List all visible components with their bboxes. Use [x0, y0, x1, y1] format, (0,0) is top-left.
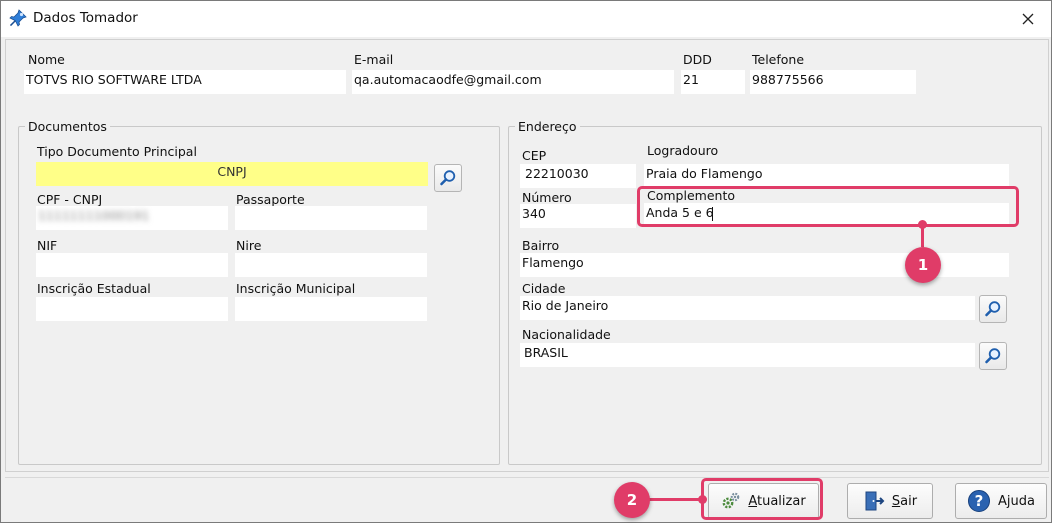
dados-tomador-window: Dados Tomador Nome TOTVS RIO SOFTWARE LT…	[0, 0, 1052, 523]
cpf-cnpj-label: CPF - CNPJ	[37, 192, 103, 207]
email-label: E-mail	[354, 52, 394, 67]
nif-field[interactable]	[36, 253, 228, 277]
callout-2-line	[649, 498, 701, 501]
main-panel: Nome TOTVS RIO SOFTWARE LTDA E-mail qa.a…	[5, 39, 1049, 472]
search-icon	[985, 348, 1001, 364]
complemento-label: Complemento	[647, 188, 735, 203]
telefone-label: Telefone	[752, 52, 805, 67]
passaporte-field[interactable]	[235, 206, 427, 230]
nire-label: Nire	[236, 238, 262, 253]
callout-2: 2	[614, 482, 650, 518]
exit-door-icon	[865, 491, 885, 511]
inscricao-municipal-field[interactable]	[235, 297, 427, 321]
passaporte-label: Passaporte	[236, 192, 305, 207]
atualizar-button[interactable]: Atualizar	[708, 483, 819, 519]
nome-label: Nome	[28, 52, 65, 67]
cidade-search-button[interactable]	[979, 295, 1007, 323]
logradouro-field[interactable]: Praia do Flamengo	[644, 164, 1009, 188]
ajuda-button[interactable]: ? Ajuda	[955, 483, 1047, 519]
cep-label: CEP	[522, 148, 547, 163]
window-title: Dados Tomador	[33, 10, 138, 26]
text-cursor	[712, 207, 713, 221]
cpf-cnpj-field[interactable]: 11111111000191	[36, 206, 228, 230]
sair-button[interactable]: Sair	[847, 483, 933, 519]
callout-2-anchor	[698, 495, 707, 504]
close-button[interactable]	[1005, 1, 1051, 37]
nire-field[interactable]	[235, 253, 427, 277]
nif-label: NIF	[37, 238, 58, 253]
nome-field[interactable]: TOTVS RIO SOFTWARE LTDA	[24, 70, 346, 94]
svg-text:?: ?	[975, 492, 984, 510]
cep-field[interactable]: 22210030	[520, 164, 636, 188]
nacionalidade-search-button[interactable]	[979, 342, 1007, 370]
inscricao-estadual-field[interactable]	[36, 297, 228, 321]
title-bar: Dados Tomador	[1, 1, 1051, 37]
bairro-label: Bairro	[522, 238, 560, 253]
gears-icon	[722, 492, 740, 509]
ddd-field[interactable]: 21	[681, 70, 745, 94]
telefone-field[interactable]: 988775566	[750, 70, 916, 94]
close-icon	[1022, 13, 1034, 25]
tipo-documento-field[interactable]: CNPJ	[36, 162, 428, 186]
cidade-label: Cidade	[522, 281, 566, 296]
ddd-label: DDD	[683, 52, 712, 67]
callout-1-line	[921, 225, 924, 247]
numero-field[interactable]: 340	[520, 204, 636, 228]
numero-label: Número	[522, 190, 572, 205]
button-bar: Atualizar Sair ? Ajuda	[5, 477, 1049, 521]
complemento-field[interactable]: Anda 5 e 6	[644, 203, 1009, 227]
email-field[interactable]: qa.automacaodfe@gmail.com	[352, 70, 674, 94]
documentos-legend: Documentos	[28, 119, 107, 134]
inscricao-estadual-label: Inscrição Estadual	[37, 281, 151, 296]
tipo-documento-search-button[interactable]	[434, 164, 462, 192]
endereco-legend: Endereço	[518, 119, 577, 134]
pin-icon	[9, 9, 27, 27]
ajuda-label: Ajuda	[998, 493, 1035, 509]
search-icon	[440, 170, 456, 186]
cidade-field[interactable]: Rio de Janeiro	[520, 296, 975, 320]
help-icon: ?	[968, 490, 991, 512]
logradouro-label: Logradouro	[647, 143, 719, 158]
search-icon	[985, 301, 1001, 317]
cpf-cnpj-value: 11111111000191	[38, 208, 150, 223]
callout-1: 1	[905, 247, 941, 283]
nacionalidade-label: Nacionalidade	[522, 327, 611, 342]
nacionalidade-field[interactable]: BRASIL	[520, 343, 975, 367]
inscricao-municipal-label: Inscrição Municipal	[236, 281, 356, 296]
tipo-documento-label: Tipo Documento Principal	[37, 144, 197, 159]
sair-label: Sair	[891, 493, 918, 509]
atualizar-label: Atualizar	[748, 493, 806, 509]
